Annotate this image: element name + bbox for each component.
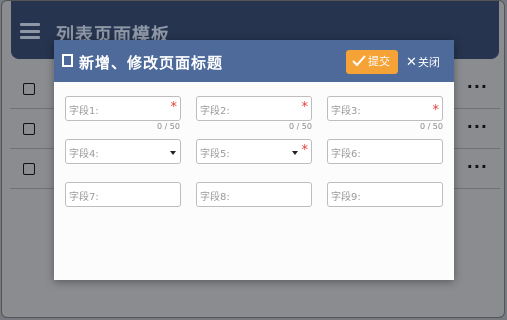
row-checkbox[interactable]	[23, 83, 35, 95]
submit-button[interactable]: 提交	[346, 50, 398, 74]
field-7-input[interactable]: 字段7:	[65, 182, 181, 207]
field-8-input[interactable]: 字段8:	[196, 182, 312, 207]
field-1-label: 字段1:	[69, 106, 99, 117]
close-button[interactable]: ✕关闭	[406, 54, 440, 70]
field-7-label: 字段7:	[69, 192, 99, 203]
document-icon	[62, 54, 73, 67]
check-icon	[352, 55, 366, 67]
field-2-counter: 0 / 50	[288, 122, 312, 131]
required-mark: *	[432, 103, 440, 118]
field-2-label: 字段2:	[200, 106, 230, 117]
field-9-input[interactable]: 字段9:	[327, 182, 443, 207]
required-mark: *	[301, 143, 309, 158]
menu-icon[interactable]	[20, 23, 40, 39]
field-8-label: 字段8:	[200, 192, 230, 203]
field-3-input[interactable]: 字段3: *	[327, 96, 443, 121]
submit-label: 提交	[368, 55, 390, 68]
dialog-header: 新增、修改页面标题 提交 ✕关闭	[54, 40, 454, 82]
more-icon[interactable]: ···	[467, 77, 488, 96]
more-icon[interactable]: ···	[467, 157, 488, 176]
field-3-counter: 0 / 50	[419, 122, 443, 131]
field-6-input[interactable]: 字段6:	[327, 139, 443, 164]
row-checkbox[interactable]	[23, 163, 35, 175]
more-icon[interactable]: ···	[467, 117, 488, 136]
field-5-label: 字段5:	[200, 149, 230, 160]
field-2-input[interactable]: 字段2: *	[196, 96, 312, 121]
row-checkbox[interactable]	[23, 123, 35, 135]
required-mark: *	[170, 100, 178, 115]
field-1-input[interactable]: 字段1: *	[65, 96, 181, 121]
field-4-select[interactable]: 字段4:	[65, 139, 181, 164]
field-4-label: 字段4:	[69, 149, 99, 160]
required-mark: *	[301, 100, 309, 115]
close-icon: ✕	[406, 55, 417, 70]
field-3-label: 字段3:	[331, 106, 361, 117]
dialog-title: 新增、修改页面标题	[79, 54, 224, 72]
chevron-down-icon	[170, 151, 176, 155]
field-5-select[interactable]: 字段5: *	[196, 139, 312, 164]
field-9-label: 字段9:	[331, 192, 361, 203]
field-6-label: 字段6:	[331, 149, 361, 160]
field-1-counter: 0 / 50	[156, 122, 180, 131]
close-label: 关闭	[417, 56, 440, 69]
edit-dialog: 新增、修改页面标题 提交 ✕关闭 字段1: * 0 / 50 字段2: * 0 …	[54, 40, 454, 280]
chevron-down-icon	[292, 151, 298, 155]
